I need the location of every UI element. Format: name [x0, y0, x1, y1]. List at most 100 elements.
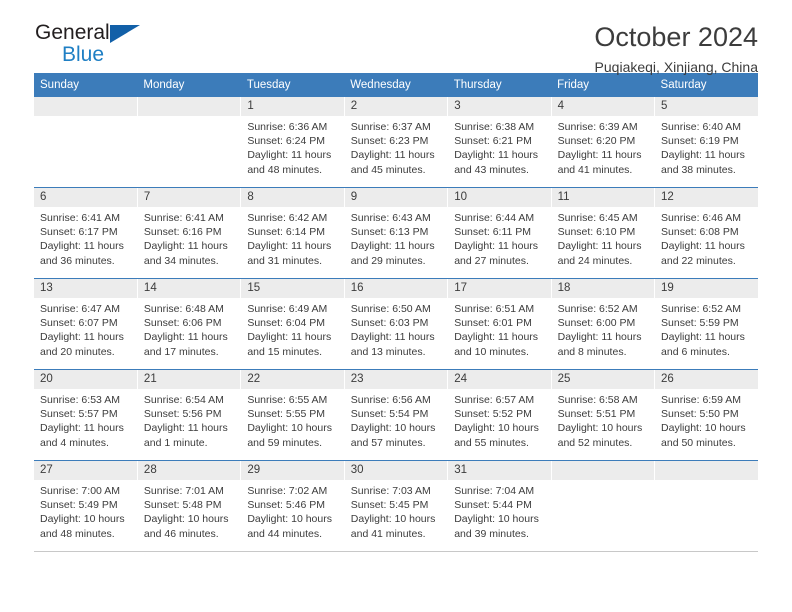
day-cell-inner: 30 Sunrise: 7:03 AM Sunset: 5:45 PM Dayligh… — [344, 461, 448, 551]
day-details: Sunrise: 6:58 AM Sunset: 5:51 PM Daylight:… — [552, 389, 654, 450]
calendar-day-cell[interactable]: 2 Sunrise: 6:37 AM Sunset: 6:23 PM Daylight… — [344, 97, 449, 188]
daylight-text-line1: Daylight: 10 hours — [454, 422, 539, 435]
sunrise-text: Sunrise: 6:36 AM — [247, 121, 328, 133]
sunrise-text: Sunrise: 6:52 AM — [557, 303, 638, 315]
daylight-text-line2: and 10 minutes. — [454, 345, 529, 358]
sunrise-text: Sunrise: 6:53 AM — [40, 394, 120, 406]
day-details: Sunrise: 6:37 AM Sunset: 6:23 PM Daylight:… — [345, 116, 447, 177]
calendar-day-cell[interactable]: 24 Sunrise: 6:57 AM Sunset: 5:52 PM Dayligh… — [447, 369, 552, 461]
sunrise-text: Sunrise: 6:39 AM — [557, 121, 638, 133]
day-details: Sunrise: 7:00 AM Sunset: 5:49 PM Daylight:… — [34, 480, 137, 541]
calendar-day-cell[interactable]: 3 Sunrise: 6:38 AM Sunset: 6:21 PM Daylight… — [447, 97, 552, 188]
day-cell-inner: 14 Sunrise: 6:48 AM Sunset: 6:06 PM Dayligh… — [137, 279, 241, 369]
calendar-day-cell[interactable]: 22 Sunrise: 6:55 AM Sunset: 5:55 PM Dayligh… — [240, 369, 345, 461]
calendar-day-cell[interactable]: 16 Sunrise: 6:50 AM Sunset: 6:03 PM Dayligh… — [344, 278, 449, 370]
sunset-text: Sunset: 6:00 PM — [557, 317, 636, 330]
calendar-day-cell[interactable]: 8 Sunrise: 6:42 AM Sunset: 6:14 PM Daylight… — [240, 187, 345, 279]
daylight-text-line1: Daylight: 10 hours — [247, 422, 332, 435]
calendar-day-cell[interactable]: 4 Sunrise: 6:39 AM Sunset: 6:20 PM Daylight… — [551, 97, 656, 188]
sunrise-text: Sunrise: 6:40 AM — [661, 121, 741, 133]
sunrise-text: Sunrise: 6:41 AM — [40, 212, 120, 224]
calendar-day-cell[interactable]: 25 Sunrise: 6:58 AM Sunset: 5:51 PM Dayligh… — [551, 369, 656, 461]
day-number: 17 — [448, 279, 551, 298]
weekday-header-sunday: Sunday — [34, 73, 138, 97]
daylight-text-line1: Daylight: 10 hours — [40, 513, 125, 526]
day-number: 23 — [344, 370, 448, 389]
day-number: 22 — [241, 370, 344, 389]
logo-text-blue: Blue — [62, 43, 105, 66]
day-details: Sunrise: 6:51 AM Sunset: 6:01 PM Daylight:… — [448, 298, 550, 359]
sunset-text: Sunset: 6:07 PM — [40, 317, 118, 330]
day-number — [551, 461, 655, 480]
daylight-text-line1: Daylight: 11 hours — [143, 422, 228, 435]
calendar-day-cell[interactable]: 11 Sunrise: 6:45 AM Sunset: 6:10 PM Dayligh… — [551, 187, 656, 279]
day-details: Sunrise: 6:54 AM Sunset: 5:56 PM Daylight:… — [138, 389, 240, 450]
day-cell-inner: 23 Sunrise: 6:56 AM Sunset: 5:54 PM Dayligh… — [344, 370, 448, 460]
calendar-cell-empty — [137, 97, 242, 188]
day-cell-inner: 3 Sunrise: 6:38 AM Sunset: 6:21 PM Daylight… — [448, 97, 551, 187]
calendar-day-cell[interactable]: 29 Sunrise: 7:02 AM Sunset: 5:46 PM Dayligh… — [240, 460, 345, 552]
sunset-text: Sunset: 6:08 PM — [661, 226, 739, 239]
day-number: 16 — [344, 279, 448, 298]
sunrise-text: Sunrise: 6:57 AM — [454, 394, 535, 406]
daylight-text-line1: Daylight: 11 hours — [40, 240, 124, 253]
daylight-text-line1: Daylight: 11 hours — [557, 149, 642, 162]
day-cell-inner: 28 Sunrise: 7:01 AM Sunset: 5:48 PM Dayligh… — [137, 461, 241, 551]
daylight-text-line1: Daylight: 11 hours — [40, 331, 124, 344]
calendar-day-cell[interactable]: 6 Sunrise: 6:41 AM Sunset: 6:17 PM Daylight… — [34, 187, 138, 279]
daylight-text-line2: and 39 minutes. — [454, 527, 529, 540]
daylight-text-line2: and 13 minutes. — [350, 345, 426, 358]
sunset-text: Sunset: 5:50 PM — [661, 408, 739, 421]
weekday-header-saturday: Saturday — [654, 73, 758, 97]
calendar-day-cell[interactable]: 23 Sunrise: 6:56 AM Sunset: 5:54 PM Dayligh… — [344, 369, 449, 461]
day-number: 14 — [137, 279, 241, 298]
calendar-day-cell[interactable]: 18 Sunrise: 6:52 AM Sunset: 6:00 PM Dayligh… — [551, 278, 656, 370]
day-details: Sunrise: 7:04 AM Sunset: 5:44 PM Daylight:… — [448, 480, 550, 541]
calendar-day-cell[interactable]: 10 Sunrise: 6:44 AM Sunset: 6:11 PM Dayligh… — [447, 187, 552, 279]
daylight-text-line2: and 48 minutes. — [247, 163, 323, 176]
sunset-text: Sunset: 5:48 PM — [143, 499, 222, 512]
sunset-text: Sunset: 6:11 PM — [454, 226, 532, 239]
day-number: 29 — [241, 461, 344, 480]
calendar-day-cell[interactable]: 13 Sunrise: 6:47 AM Sunset: 6:07 PM Dayligh… — [34, 278, 138, 370]
calendar-day-cell[interactable]: 9 Sunrise: 6:43 AM Sunset: 6:13 PM Daylight… — [344, 187, 449, 279]
sunrise-text: Sunrise: 6:45 AM — [557, 212, 638, 224]
day-details: Sunrise: 6:46 AM Sunset: 6:08 PM Daylight:… — [655, 207, 758, 268]
calendar-day-cell[interactable]: 7 Sunrise: 6:41 AM Sunset: 6:16 PM Daylight… — [137, 187, 242, 279]
daylight-text-line2: and 20 minutes. — [40, 345, 115, 358]
day-cell-inner: 9 Sunrise: 6:43 AM Sunset: 6:13 PM Daylight… — [344, 188, 448, 278]
day-number — [655, 461, 758, 480]
calendar-day-cell[interactable]: 1 Sunrise: 6:36 AM Sunset: 6:24 PM Daylight… — [240, 97, 345, 188]
day-details: Sunrise: 6:41 AM Sunset: 6:16 PM Daylight:… — [138, 207, 240, 268]
daylight-text-line1: Daylight: 11 hours — [350, 331, 435, 344]
daylight-text-line2: and 4 minutes. — [40, 436, 109, 449]
calendar-day-cell[interactable]: 28 Sunrise: 7:01 AM Sunset: 5:48 PM Dayligh… — [137, 460, 242, 552]
calendar-day-cell[interactable]: 31 Sunrise: 7:04 AM Sunset: 5:44 PM Dayligh… — [447, 460, 552, 552]
calendar-day-cell[interactable]: 17 Sunrise: 6:51 AM Sunset: 6:01 PM Dayligh… — [447, 278, 552, 370]
calendar-day-cell[interactable]: 30 Sunrise: 7:03 AM Sunset: 5:45 PM Dayligh… — [344, 460, 449, 552]
calendar-day-cell[interactable]: 21 Sunrise: 6:54 AM Sunset: 5:56 PM Dayligh… — [137, 369, 242, 461]
day-details: Sunrise: 6:49 AM Sunset: 6:04 PM Daylight:… — [241, 298, 343, 359]
calendar-day-cell[interactable]: 5 Sunrise: 6:40 AM Sunset: 6:19 PM Daylight… — [654, 97, 758, 188]
page-subtitle: Puqiakeqi, Xinjiang, China — [594, 59, 758, 75]
daylight-text-line2: and 48 minutes. — [40, 527, 115, 540]
calendar-day-cell[interactable]: 12 Sunrise: 6:46 AM Sunset: 6:08 PM Dayligh… — [654, 187, 758, 279]
day-cell-inner — [551, 461, 655, 551]
day-cell-inner: 12 Sunrise: 6:46 AM Sunset: 6:08 PM Dayligh… — [655, 188, 758, 278]
day-number: 21 — [137, 370, 241, 389]
calendar-cell-empty — [551, 460, 656, 552]
calendar-day-cell[interactable]: 14 Sunrise: 6:48 AM Sunset: 6:06 PM Dayligh… — [137, 278, 242, 370]
daylight-text-line2: and 41 minutes. — [350, 527, 426, 540]
daylight-text-line2: and 24 minutes. — [557, 254, 633, 267]
daylight-text-line1: Daylight: 11 hours — [247, 240, 332, 253]
sunrise-text: Sunrise: 7:01 AM — [143, 485, 224, 497]
calendar-day-cell[interactable]: 26 Sunrise: 6:59 AM Sunset: 5:50 PM Dayligh… — [654, 369, 758, 461]
general-blue-logo[interactable]: General Blue — [34, 22, 154, 68]
calendar-day-cell[interactable]: 15 Sunrise: 6:49 AM Sunset: 6:04 PM Dayligh… — [240, 278, 345, 370]
calendar-day-cell[interactable]: 20 Sunrise: 6:53 AM Sunset: 5:57 PM Dayligh… — [34, 369, 138, 461]
day-number: 19 — [655, 279, 758, 298]
calendar-day-cell[interactable]: 19 Sunrise: 6:52 AM Sunset: 5:59 PM Dayligh… — [654, 278, 758, 370]
calendar-day-cell[interactable]: 27 Sunrise: 7:00 AM Sunset: 5:49 PM Dayligh… — [34, 460, 138, 552]
day-details: Sunrise: 6:47 AM Sunset: 6:07 PM Daylight:… — [34, 298, 137, 359]
daylight-text-line1: Daylight: 10 hours — [350, 513, 436, 526]
